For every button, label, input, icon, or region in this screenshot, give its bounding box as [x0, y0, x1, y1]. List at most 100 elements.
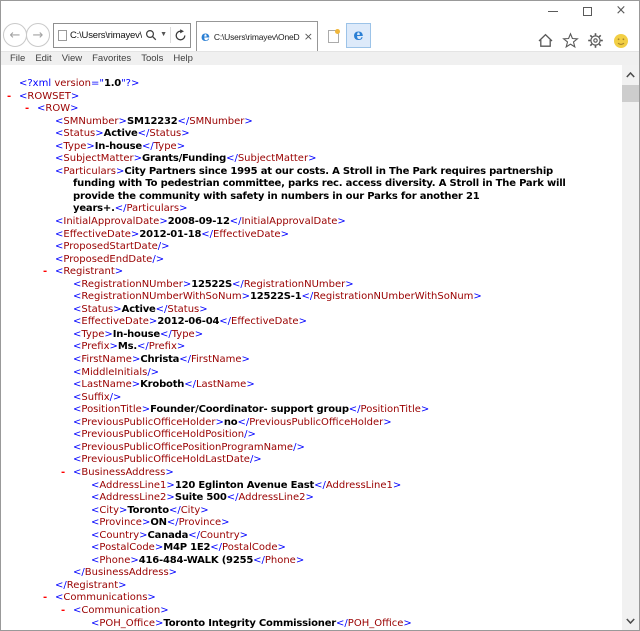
- star-icon[interactable]: [562, 32, 579, 49]
- ie-logo-icon: e: [353, 25, 364, 44]
- xml-tag-name: City: [99, 504, 119, 516]
- tab-active[interactable]: e C:\Users\rimayev\OneDrive... ×: [196, 21, 318, 51]
- xml-markup: </: [184, 379, 196, 391]
- xml-text-value: Grants/Funding: [142, 153, 227, 165]
- search-icon[interactable]: [145, 29, 157, 41]
- close-button[interactable]: ×: [615, 4, 627, 17]
- xml-text-value: Active: [121, 303, 156, 315]
- xml-line-SubjectMatter: <SubjectMatter>Grants/Funding</SubjectMa…: [1, 153, 619, 166]
- minimize-icon: [548, 10, 558, 12]
- xml-markup: >: [176, 341, 186, 353]
- xml-tag-name: Phone: [99, 554, 131, 566]
- xml-text-value: Active: [103, 128, 138, 140]
- xml-tag-name: Type: [153, 140, 177, 152]
- menu-item-help[interactable]: Help: [168, 53, 198, 64]
- xml-markup: </: [201, 228, 214, 240]
- xml-markup: </: [168, 504, 181, 516]
- xml-text-value: ON: [150, 517, 167, 529]
- address-dropdown-caret[interactable]: ▼: [160, 31, 167, 39]
- xml-text-value: Suite 500: [174, 492, 227, 504]
- collapse-toggle[interactable]: -: [61, 605, 73, 618]
- maximize-button[interactable]: [581, 6, 593, 16]
- xml-markup: >: [420, 404, 430, 416]
- collapse-toggle[interactable]: -: [43, 592, 55, 605]
- xml-tag-name: Country: [99, 529, 140, 541]
- menu-item-view[interactable]: View: [57, 53, 87, 64]
- xml-line-InitialApprovalDate: <InitialApprovalDate>2008-09-12</Initial…: [1, 216, 619, 229]
- xml-markup: "?>: [121, 78, 140, 89]
- xml-markup: >: [160, 604, 169, 616]
- address-input[interactable]: C:\Users\rimayev\OneDriv: [70, 30, 142, 41]
- xml-markup: />: [293, 441, 305, 453]
- xml-markup: >: [239, 529, 249, 541]
- back-button[interactable]: ←: [3, 23, 27, 47]
- xml-markup: </: [137, 128, 150, 140]
- xml-markup: >: [241, 291, 250, 303]
- xml-markup: />: [109, 391, 122, 403]
- collapse-toggle[interactable]: -: [61, 467, 73, 480]
- xml-tag-name: PostalCode: [99, 542, 155, 554]
- xml-line-Type: <Type>In-house</Type>: [1, 329, 619, 342]
- menu-item-favorites[interactable]: Favorites: [87, 53, 136, 64]
- collapse-toggle[interactable]: -: [43, 266, 55, 279]
- menu-item-tools[interactable]: Tools: [136, 53, 168, 64]
- xml-markup: >: [86, 140, 95, 152]
- xml-markup: >: [114, 266, 124, 278]
- xml-tag-name: AddressLine1: [99, 479, 167, 491]
- xml-line-EffectiveDate: <EffectiveDate>2012-06-04</EffectiveDate…: [1, 316, 619, 329]
- xml-text-value: provide the community with safety in num…: [73, 190, 480, 202]
- menu-item-edit[interactable]: Edit: [30, 53, 56, 64]
- minimize-button[interactable]: [547, 6, 559, 16]
- xml-markup: />: [147, 366, 160, 378]
- refresh-icon[interactable]: [174, 28, 187, 42]
- xml-markup: </: [348, 404, 361, 416]
- xml-markup: </: [114, 203, 127, 215]
- home-icon[interactable]: [537, 32, 554, 49]
- xml-tag-name: AddressLine1: [325, 479, 393, 491]
- xml-tag-name: FirstName: [190, 354, 242, 366]
- collapse-toggle[interactable]: -: [7, 91, 19, 104]
- xml-markup: >: [337, 216, 346, 228]
- xml-markup: </: [141, 140, 154, 152]
- new-tab-button[interactable]: [323, 21, 343, 51]
- forward-button[interactable]: →: [26, 23, 50, 47]
- xml-markup: >: [166, 479, 175, 491]
- xml-line-PreviousPublicOfficePositionProgramName: <PreviousPublicOfficePositionProgramName…: [1, 442, 619, 455]
- xml-markup: </: [253, 554, 265, 566]
- vertical-scrollbar[interactable]: [622, 65, 639, 630]
- xml-tag-name: POH_Office: [347, 617, 404, 629]
- xml-tag-name: ProposedStartDate: [63, 241, 158, 253]
- scroll-down-button[interactable]: [622, 612, 639, 629]
- xml-markup: />: [157, 241, 170, 253]
- menu-item-file[interactable]: File: [5, 53, 30, 64]
- xml-markup: >: [70, 103, 79, 115]
- xml-text-value: 416-484-WALK (9255: [138, 554, 254, 566]
- xml-tag-name: PreviousPublicOfficeHoldLastDate: [81, 454, 250, 466]
- xml-markup: >: [244, 115, 253, 127]
- xml-line-Registrant: - <Registrant>: [1, 266, 619, 279]
- ie-logo-button[interactable]: e: [346, 22, 371, 48]
- collapse-toggle[interactable]: -: [25, 103, 37, 116]
- xml-text-value: M4P 1E2: [163, 542, 211, 554]
- xml-markup: />: [152, 253, 165, 265]
- xml-text-value: Ms.: [117, 341, 138, 353]
- xml-tag-name: Type: [171, 328, 195, 340]
- xml-line-Country: <Country>Canada</Country>: [1, 530, 619, 543]
- xml-markup: >: [95, 128, 104, 140]
- xml-tag-name: ROWSET: [27, 90, 71, 102]
- xml-line-ProposedEndDate: <ProposedEndDate/>: [1, 254, 619, 267]
- xml-markup: />: [249, 454, 262, 466]
- address-bar[interactable]: C:\Users\rimayev\OneDriv ▼: [53, 22, 191, 48]
- scrollbar-thumb[interactable]: [622, 85, 639, 102]
- tab-close-icon[interactable]: ×: [304, 31, 313, 42]
- scroll-up-button[interactable]: [622, 66, 639, 83]
- xml-line-MiddleInitials: <MiddleInitials/>: [1, 367, 619, 380]
- gear-icon[interactable]: [587, 32, 604, 49]
- xml-text-value: 2012-06-04: [157, 316, 220, 328]
- xml-text-value: Toronto Integrity Commissioner: [163, 617, 337, 629]
- smiley-icon[interactable]: [612, 32, 629, 49]
- xml-tree: <?xml version="1.0"?> - <ROWSET> - <ROW> <SMN…: [1, 65, 639, 630]
- xml-text-value: In-house: [112, 328, 160, 340]
- xml-markup: =": [90, 78, 104, 89]
- xml-markup: </: [219, 316, 232, 328]
